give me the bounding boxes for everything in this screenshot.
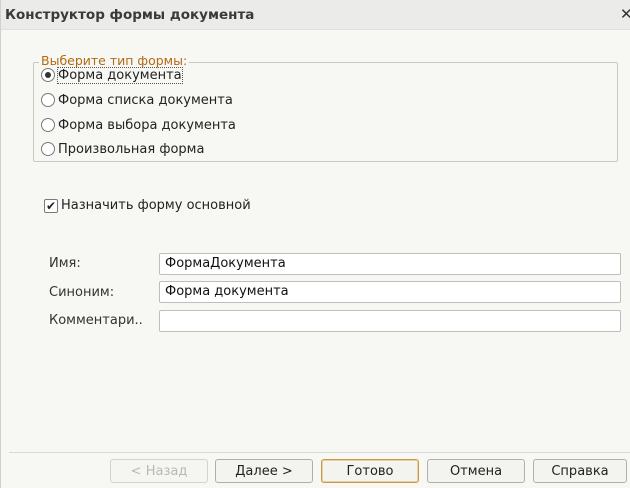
radio-form-document-choice[interactable]: Форма выбора документа	[41, 115, 236, 135]
radio-icon[interactable]	[41, 118, 55, 132]
radio-icon[interactable]	[41, 68, 55, 82]
radio-form-document[interactable]: Форма документа	[41, 65, 183, 85]
comment-input[interactable]	[159, 310, 621, 332]
close-icon[interactable]: ✕	[620, 5, 630, 23]
synonym-input[interactable]: Форма документа	[159, 281, 621, 303]
finish-button[interactable]: Готово	[321, 459, 419, 483]
radio-icon[interactable]	[41, 93, 55, 107]
help-button[interactable]: Справка	[533, 459, 627, 483]
footer-divider	[9, 452, 630, 453]
next-button[interactable]: Далее >	[215, 459, 313, 483]
name-input[interactable]: ФормаДокумента	[159, 253, 621, 275]
name-label: Имя:	[49, 256, 81, 271]
main-form-checkbox-label: Назначить форму основной	[61, 198, 251, 213]
comment-label: Комментари..	[49, 313, 143, 328]
radio-label: Форма выбора документа	[58, 117, 236, 133]
radio-label: Форма списка документа	[58, 92, 233, 108]
dialog-title: Конструктор формы документа	[5, 7, 255, 23]
radio-label: Форма документа	[57, 66, 183, 84]
title-bar: Конструктор формы документа ✕	[1, 0, 630, 30]
synonym-label: Синоним:	[49, 285, 115, 300]
radio-form-document-list[interactable]: Форма списка документа	[41, 90, 233, 110]
checkmark-icon[interactable]: ✔	[44, 198, 58, 213]
radio-form-arbitrary[interactable]: Произвольная форма	[41, 139, 204, 159]
main-form-checkbox-row[interactable]: ✔ Назначить форму основной	[44, 198, 251, 213]
form-constructor-dialog: Конструктор формы документа ✕ Выберите т…	[0, 0, 630, 488]
back-button[interactable]: < Назад	[110, 459, 208, 483]
radio-label: Произвольная форма	[58, 141, 205, 157]
radio-icon[interactable]	[41, 142, 55, 156]
cancel-button[interactable]: Отмена	[427, 459, 525, 483]
